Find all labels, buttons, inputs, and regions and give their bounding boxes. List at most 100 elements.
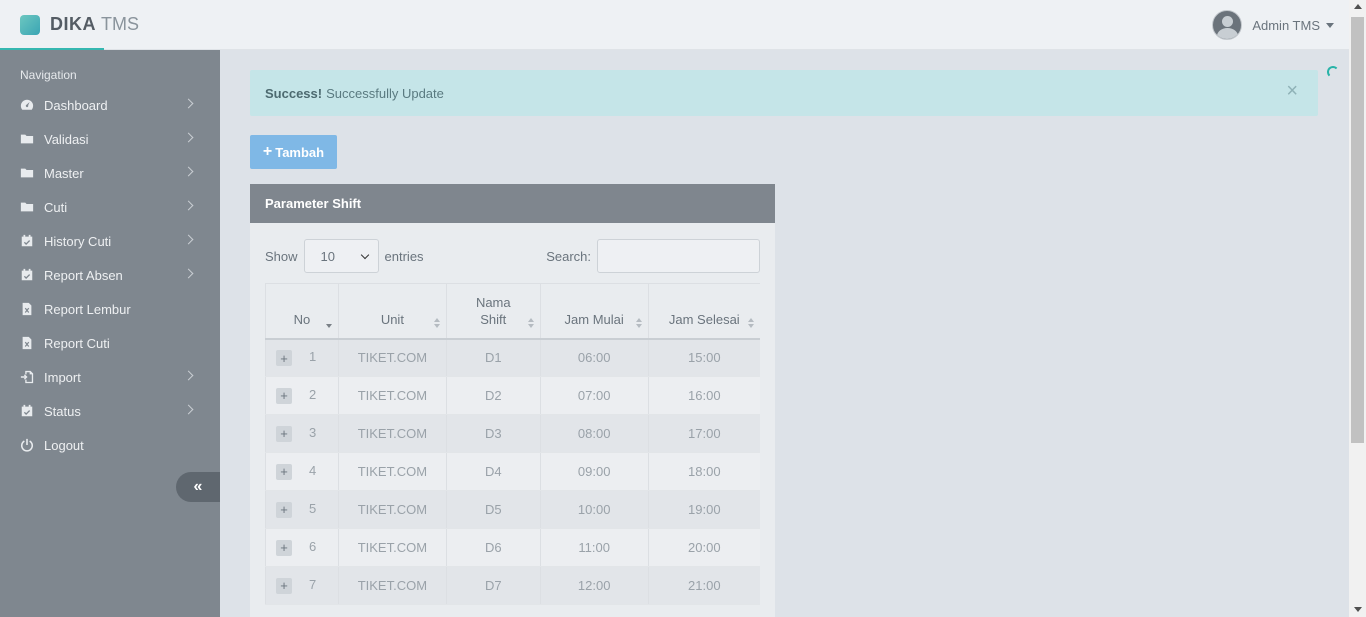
collapse-sidebar-button[interactable]: « bbox=[176, 472, 220, 502]
expand-row-icon[interactable]: + bbox=[276, 425, 292, 442]
entries-select[interactable]: 10 bbox=[303, 239, 379, 273]
sidebar-item-label: Import bbox=[44, 369, 81, 385]
table-cell: +4 bbox=[265, 452, 339, 491]
column-header-no[interactable]: No bbox=[265, 283, 339, 340]
cell-value: TIKET.COM bbox=[357, 464, 428, 479]
table-cell: 06:00 bbox=[539, 338, 649, 377]
caret-down-icon bbox=[1326, 22, 1334, 28]
table-row: +6 TIKET.COM D6 11:00 20:00 bbox=[265, 528, 760, 567]
sidebar-item-label: Status bbox=[44, 403, 81, 419]
power-icon bbox=[20, 438, 34, 452]
loading-spinner-icon bbox=[1327, 66, 1339, 78]
table-cell: +6 bbox=[265, 528, 339, 567]
table-cell: 19:00 bbox=[647, 490, 760, 529]
calendar-check-icon bbox=[20, 234, 34, 248]
sort-icon bbox=[748, 317, 754, 328]
table-row: +2 TIKET.COM D2 07:00 16:00 bbox=[265, 376, 760, 415]
entries-label: entries bbox=[384, 248, 424, 264]
cell-value: 06:00 bbox=[577, 350, 611, 366]
sidebar-item-report-lembur[interactable]: Report Lembur bbox=[0, 292, 220, 326]
table-cell: +2 bbox=[265, 376, 339, 415]
sidebar-item-validasi[interactable]: Validasi bbox=[0, 122, 220, 156]
cell-value: TIKET.COM bbox=[357, 426, 428, 441]
calendar-check-icon bbox=[20, 268, 34, 282]
table-cell: D7 bbox=[445, 566, 541, 605]
scrollbar-thumb[interactable] bbox=[1351, 17, 1364, 443]
entries-value: 10 bbox=[320, 248, 335, 264]
nav-title: Navigation bbox=[20, 68, 77, 82]
sidebar-item-status[interactable]: Status bbox=[0, 394, 220, 428]
sort-icon bbox=[527, 317, 534, 328]
sidebar-item-dashboard[interactable]: Dashboard bbox=[0, 88, 220, 122]
search-label: Search: bbox=[546, 248, 591, 264]
panel-title: Parameter Shift bbox=[250, 184, 775, 223]
shift-table: No Unit Nama Shift Jam Mulai Jam Selesai +1 T… bbox=[265, 283, 760, 605]
table-cell: TIKET.COM bbox=[337, 528, 447, 567]
brand-subtitle: TMS bbox=[101, 14, 139, 34]
table-row: +4 TIKET.COM D4 09:00 18:00 bbox=[265, 452, 760, 491]
table-row: +5 TIKET.COM D5 10:00 19:00 bbox=[265, 490, 760, 529]
sidebar-item-report-cuti[interactable]: Report Cuti bbox=[0, 326, 220, 360]
chevron-right-icon bbox=[183, 404, 194, 415]
folder-icon bbox=[20, 166, 34, 180]
sort-icon bbox=[433, 317, 440, 328]
cell-value: D6 bbox=[484, 540, 502, 555]
table-cell: 08:00 bbox=[539, 414, 649, 453]
table-cell: D3 bbox=[445, 414, 541, 453]
close-icon[interactable]: × bbox=[1286, 80, 1298, 103]
column-header-nama-shift[interactable]: Nama Shift bbox=[445, 283, 541, 340]
column-header-jam-mulai[interactable]: Jam Mulai bbox=[539, 283, 649, 340]
page-scrollbar[interactable] bbox=[1349, 0, 1366, 617]
main-content: Success! Successfully Update × + Tambah … bbox=[220, 50, 1349, 617]
excel-file-icon bbox=[20, 336, 34, 350]
chevron-right-icon bbox=[183, 132, 194, 143]
cell-value: 12:00 bbox=[577, 578, 611, 593]
add-button[interactable]: + Tambah bbox=[250, 135, 337, 169]
brand-name: DIKA bbox=[50, 14, 96, 34]
cell-value: 4 bbox=[309, 463, 317, 479]
sidebar-item-label: Report Cuti bbox=[44, 335, 110, 351]
expand-row-icon[interactable]: + bbox=[276, 501, 292, 518]
sidebar-item-label: Report Lembur bbox=[44, 301, 131, 317]
expand-row-icon[interactable]: + bbox=[276, 539, 292, 556]
chevron-right-icon bbox=[183, 98, 194, 109]
dashboard-icon bbox=[20, 98, 34, 112]
scroll-down-icon[interactable] bbox=[1354, 607, 1362, 612]
brand[interactable]: DIKA TMS bbox=[20, 14, 139, 35]
table-cell: D5 bbox=[445, 490, 541, 529]
add-button-label: Tambah bbox=[275, 144, 325, 160]
cell-value: TIKET.COM bbox=[357, 540, 428, 555]
table-cell: D2 bbox=[445, 376, 541, 415]
success-alert: Success! Successfully Update × bbox=[250, 70, 1318, 116]
folder-icon bbox=[20, 200, 34, 214]
expand-row-icon[interactable]: + bbox=[276, 463, 292, 480]
column-header-jam-selesai[interactable]: Jam Selesai bbox=[647, 283, 760, 340]
column-header-unit[interactable]: Unit bbox=[337, 283, 447, 340]
sidebar-item-master[interactable]: Master bbox=[0, 156, 220, 190]
chevron-right-icon bbox=[183, 234, 194, 245]
cell-value: TIKET.COM bbox=[357, 578, 428, 593]
sidebar-item-logout[interactable]: Logout bbox=[0, 428, 220, 462]
table-cell: +7 bbox=[265, 566, 339, 605]
cell-value: D7 bbox=[484, 578, 502, 593]
cell-value: 20:00 bbox=[688, 540, 721, 555]
excel-file-icon bbox=[20, 302, 34, 316]
sidebar-item-history-cuti[interactable]: History Cuti bbox=[0, 224, 220, 258]
brand-logo-icon bbox=[20, 14, 40, 35]
user-menu[interactable]: Admin TMS bbox=[1212, 10, 1334, 40]
folder-icon bbox=[20, 132, 34, 146]
sort-desc-icon bbox=[325, 318, 332, 328]
cell-value: D2 bbox=[484, 388, 502, 403]
sidebar-item-cuti[interactable]: Cuti bbox=[0, 190, 220, 224]
sidebar-item-report-absen[interactable]: Report Absen bbox=[0, 258, 220, 292]
cell-value: 21:00 bbox=[688, 578, 721, 593]
expand-row-icon[interactable]: + bbox=[276, 577, 292, 594]
sidebar-item-import[interactable]: Import bbox=[0, 360, 220, 394]
cell-value: D5 bbox=[484, 502, 502, 517]
search-input[interactable] bbox=[597, 239, 760, 273]
table-cell: +5 bbox=[265, 490, 339, 529]
scroll-up-icon[interactable] bbox=[1354, 4, 1362, 9]
expand-row-icon[interactable]: + bbox=[276, 387, 292, 404]
expand-row-icon[interactable]: + bbox=[276, 350, 292, 367]
table-cell: 12:00 bbox=[539, 566, 649, 605]
